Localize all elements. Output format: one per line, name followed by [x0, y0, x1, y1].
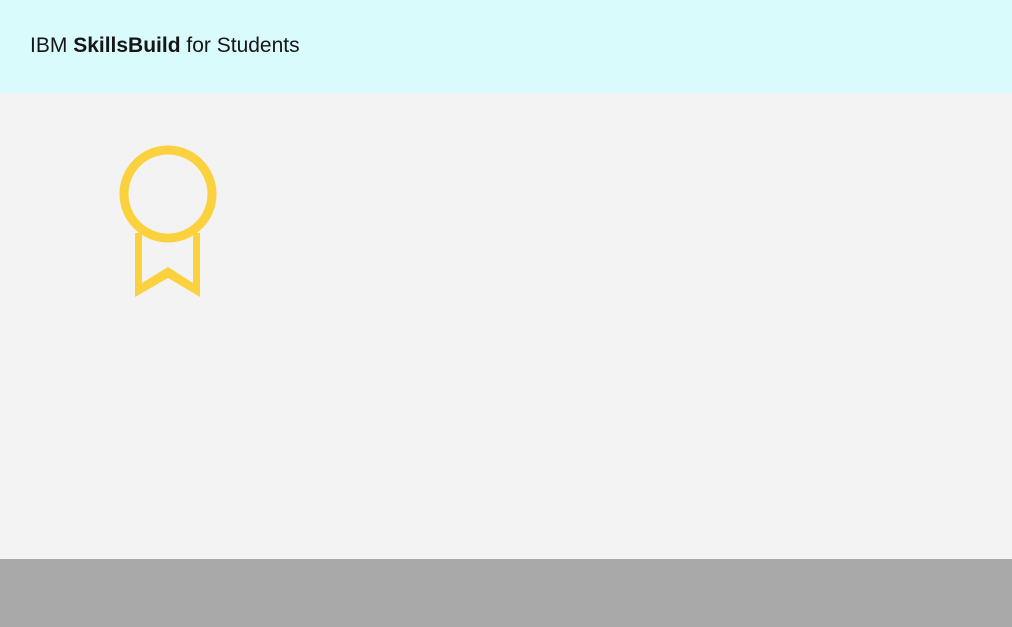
site-header: IBM SkillsBuild for Students	[0, 0, 1012, 93]
brand-suffix: for Students	[186, 34, 300, 57]
brand-prefix: IBM	[30, 34, 68, 57]
brand-name: SkillsBuild	[73, 34, 181, 57]
award-ribbon-icon	[119, 145, 217, 297]
ribbon-tail	[135, 233, 200, 297]
brand-logo-link[interactable]: IBM SkillsBuild for Students	[30, 33, 300, 59]
site-footer	[0, 559, 1012, 627]
